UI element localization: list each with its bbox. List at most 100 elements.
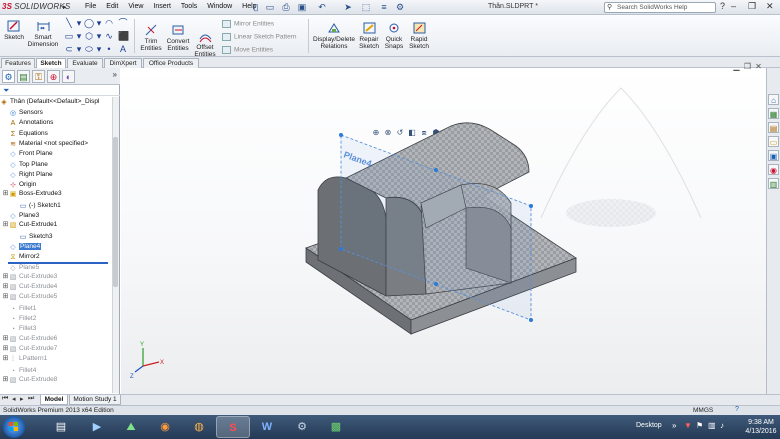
tray-network-icon[interactable]: ▥ — [708, 421, 716, 430]
tree-item[interactable]: ⊞▣ Boss-Extrude3 — [2, 189, 62, 199]
tab-evaluate[interactable]: Evaluate — [67, 58, 103, 68]
tray-app-icon[interactable]: ▼ — [684, 421, 692, 430]
expand-toggle-icon[interactable]: ⊞ — [2, 221, 9, 229]
tree-item[interactable]: ◇ Plane3 — [2, 210, 39, 220]
display-manager-tab-icon[interactable]: ◐ — [62, 70, 75, 83]
ellipse-dropdown-icon[interactable]: ▾ — [94, 44, 104, 54]
expand-toggle-icon[interactable]: ⊞ — [2, 376, 9, 384]
tree-root[interactable]: ◈ Thân (Default<<Default>_Displ — [0, 97, 99, 107]
firefox-taskbar-icon[interactable]: ◉ — [148, 416, 182, 438]
minimize-icon[interactable]: – — [731, 1, 736, 11]
tree-item[interactable]: ⊞▧ Cut-Extrude6 — [2, 334, 58, 344]
polygon-dropdown-icon[interactable]: ▾ — [94, 31, 104, 41]
tree-item[interactable]: ≋ Material <not specified> — [2, 138, 88, 148]
tree-item[interactable]: ◇ Top Plane — [2, 159, 48, 169]
rectangle-dropdown-icon[interactable]: ▾ — [74, 31, 84, 41]
solidworks-logo[interactable]: 3S SOLIDWORKS — [2, 2, 70, 11]
tree-item[interactable]: Σ Equations — [2, 128, 48, 138]
tree-item[interactable]: ◔ Fillet1 — [2, 303, 36, 313]
select-arrow-icon[interactable]: ➤ — [342, 1, 354, 13]
plane-sketch-icon[interactable]: ⬛ — [118, 31, 129, 41]
configuration-manager-tab-icon[interactable]: ⚿ — [32, 70, 45, 83]
tree-scrollbar[interactable] — [112, 97, 119, 393]
design-library-icon[interactable]: ▦ — [768, 108, 779, 119]
word-taskbar-icon[interactable]: W — [250, 416, 284, 438]
tree-item[interactable]: A Annotations — [2, 117, 54, 127]
units-selector[interactable]: MMGS — [693, 407, 713, 414]
quick-snaps-button[interactable]: Quick Snaps — [383, 21, 405, 50]
expand-toggle-icon[interactable]: ⊞ — [2, 293, 9, 301]
search-input[interactable]: ⚲ Search SolidWorks Help — [604, 2, 716, 13]
app-a-taskbar-icon[interactable]: ⛰ — [114, 416, 148, 438]
file-explorer-icon[interactable]: ▤ — [768, 122, 779, 133]
spline-tool-icon[interactable]: ∿ — [104, 31, 114, 41]
expand-panel-icon[interactable]: » — [113, 70, 117, 79]
tree-item[interactable]: ⊞▧ Cut-Extrude3 — [2, 272, 58, 282]
appearances-icon[interactable]: ◉ — [768, 164, 779, 175]
tree-item[interactable]: ⊞ ⁞ LPattern1 — [2, 354, 48, 364]
start-button[interactable] — [3, 416, 25, 438]
file-properties-icon[interactable]: ≡ — [378, 1, 390, 13]
linear-sketch-pattern-item[interactable]: Linear Sketch Pattern — [222, 33, 297, 41]
solidworks-taskbar-icon[interactable]: S — [216, 416, 250, 438]
menu-insert[interactable]: Insert — [148, 3, 176, 10]
slot-tool-icon[interactable]: ⊂ — [64, 44, 74, 54]
rectangle-tool-icon[interactable]: ▭ — [64, 31, 74, 41]
app-green-taskbar-icon[interactable]: ▩ — [319, 416, 353, 438]
menu-edit[interactable]: Edit — [101, 3, 123, 10]
property-manager-tab-icon[interactable]: ▤ — [17, 70, 30, 83]
search-results-icon[interactable]: ▭ — [768, 136, 779, 147]
feature-tree-tab-icon[interactable]: ⚙ — [2, 70, 15, 83]
filter-icon[interactable]: ⏷ — [3, 86, 9, 96]
sketch-button[interactable]: Sketch — [3, 19, 25, 41]
display-delete-relations-button[interactable]: Display/Delete Relations — [312, 21, 356, 50]
expand-toggle-icon[interactable]: ⊞ — [2, 345, 9, 353]
close-icon[interactable]: ✕ — [766, 1, 774, 12]
tree-item[interactable]: ▭ (-) Sketch1 — [12, 200, 61, 210]
rapid-sketch-button[interactable]: Rapid Sketch — [407, 21, 431, 50]
status-help-icon[interactable]: ? — [735, 406, 739, 413]
trim-entities-button[interactable]: Trim Entities — [139, 23, 163, 52]
media-player-taskbar-icon[interactable]: ▶ — [80, 416, 114, 438]
point-tool-icon[interactable]: • — [104, 44, 114, 54]
tab-office-products[interactable]: Office Products — [143, 58, 199, 68]
tree-item[interactable]: ◔ Fillet2 — [2, 313, 36, 323]
slot-dropdown-icon[interactable]: ▾ — [74, 44, 84, 54]
convert-entities-button[interactable]: Convert Entities — [165, 23, 191, 52]
prev-tab-icon[interactable]: ◂ — [12, 395, 16, 403]
tree-item[interactable]: ⊞▧ Cut-Extrude4 — [2, 282, 58, 292]
polygon-tool-icon[interactable]: ⬡ — [84, 31, 94, 41]
tree-item[interactable]: ◇ Front Plane — [2, 148, 52, 158]
tree-item[interactable]: ⊞▧ Cut-Extrude5 — [2, 292, 58, 302]
view-palette-icon[interactable]: ▣ — [768, 150, 779, 161]
offset-entities-button[interactable]: Offset Entities — [193, 29, 217, 58]
tree-item[interactable]: ◔ Fillet3 — [2, 323, 36, 333]
move-entities-item[interactable]: Move Entities — [222, 46, 273, 54]
expand-toggle-icon[interactable]: ⊞ — [2, 283, 9, 291]
tab-motion-study-1[interactable]: Motion Study 1 — [69, 395, 121, 405]
menu-file[interactable]: File — [80, 3, 101, 10]
first-tab-icon[interactable]: ⏮ — [2, 395, 8, 403]
tree-item[interactable]: ◇ Right Plane — [2, 169, 52, 179]
line-tool-icon[interactable]: ╲ — [64, 18, 74, 28]
expand-toggle-icon[interactable]: ⊞ — [2, 190, 9, 198]
text-tool-icon[interactable]: A — [118, 44, 128, 54]
next-tab-icon[interactable]: ▸ — [20, 395, 24, 403]
tray-flag-icon[interactable]: ⚑ — [696, 421, 703, 430]
expand-toggle-icon[interactable]: ⊞ — [2, 273, 9, 281]
tray-volume-icon[interactable]: ♪ — [720, 421, 724, 430]
tree-item[interactable]: ⊞▧ Cut-Extrude7 — [2, 344, 58, 354]
options-gear-icon[interactable]: ⚙ — [394, 1, 406, 13]
tab-features[interactable]: Features — [1, 58, 35, 68]
tree-item[interactable]: ◔ Fillet4 — [2, 365, 36, 375]
chrome-taskbar-icon[interactable]: ◍ — [182, 416, 216, 438]
menu-tools[interactable]: Tools — [176, 3, 202, 10]
help-icon[interactable]: ? — [720, 1, 725, 11]
tree-item[interactable]: ⧖ Mirror2 — [2, 251, 40, 261]
circle-dropdown-icon[interactable]: ▾ — [94, 18, 104, 28]
file-explorer-taskbar-icon[interactable]: ▤ — [44, 416, 78, 438]
tree-item[interactable]: ⊹ Origin — [2, 179, 36, 189]
open-folder-icon[interactable]: ▭ — [264, 1, 276, 13]
tree-item[interactable]: ◇ Plane4 — [2, 241, 42, 251]
tab-sketch[interactable]: Sketch — [36, 58, 66, 68]
